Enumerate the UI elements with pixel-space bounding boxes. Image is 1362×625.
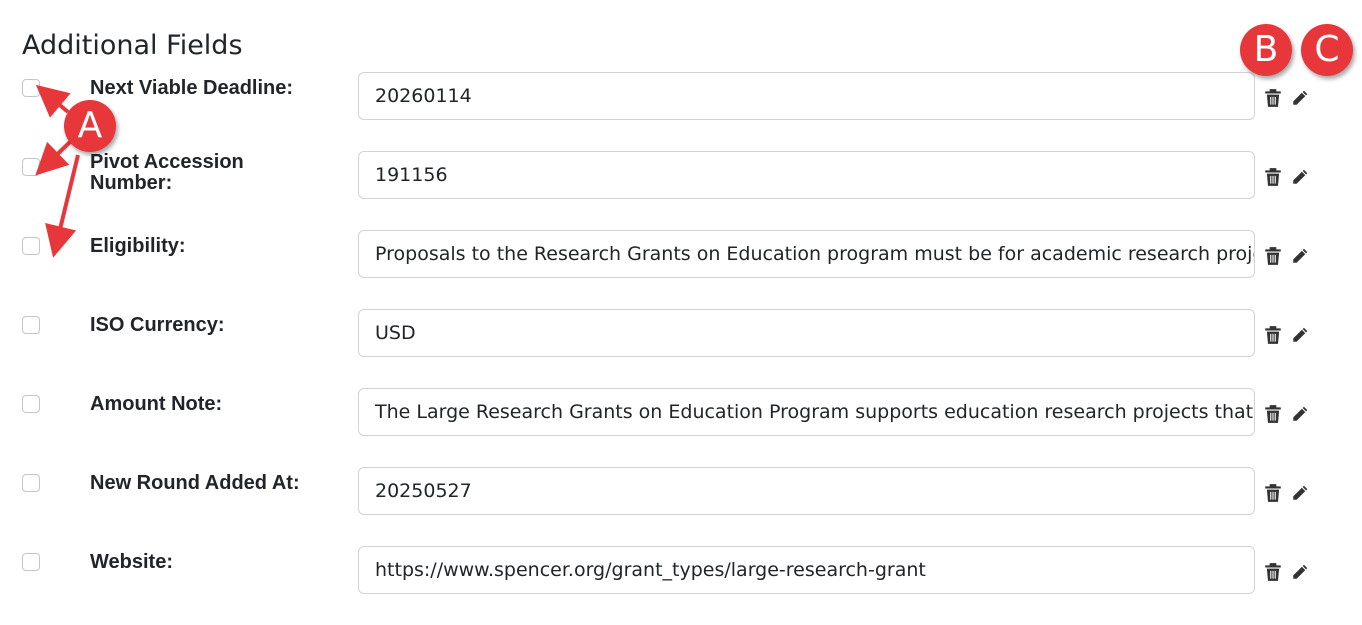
select-checkbox[interactable] [22,553,40,571]
field-value-input[interactable]: 20250527 [358,467,1255,515]
pencil-icon[interactable] [1291,167,1309,187]
trash-icon[interactable] [1264,483,1282,503]
field-label: Website: [90,551,173,573]
field-value-input[interactable]: 191156 [358,151,1255,199]
trash-icon[interactable] [1264,88,1282,108]
select-checkbox[interactable] [22,79,40,97]
field-value-input[interactable]: 20260114 [358,72,1255,120]
field-value-input[interactable]: USD [358,309,1255,357]
annotation-badge-b: B [1240,24,1292,76]
pencil-icon[interactable] [1291,483,1309,503]
field-value-input[interactable]: The Large Research Grants on Education P… [358,388,1255,436]
select-checkbox[interactable] [22,158,40,176]
field-row-next-viable-deadline: Next Viable Deadline: 20260114 [0,72,1362,151]
pencil-icon[interactable] [1291,88,1309,108]
trash-icon[interactable] [1264,325,1282,345]
section-title: Additional Fields [22,30,243,61]
field-label: ISO Currency: [90,314,225,336]
select-checkbox[interactable] [22,316,40,334]
pencil-icon[interactable] [1291,404,1309,424]
trash-icon[interactable] [1264,167,1282,187]
field-label: New Round Added At: [90,472,300,494]
pencil-icon[interactable] [1291,246,1309,266]
field-row-new-round-added-at: New Round Added At: 20250527 [0,467,1362,546]
field-label: Pivot Accession Number: [90,151,244,194]
trash-icon[interactable] [1264,246,1282,266]
annotation-badge-a: A [64,100,116,152]
select-checkbox[interactable] [22,395,40,413]
field-value-input[interactable]: Proposals to the Research Grants on Educ… [358,230,1255,278]
field-label: Eligibility: [90,235,186,257]
field-value-input[interactable]: https://www.spencer.org/grant_types/larg… [358,546,1255,594]
annotation-badge-c: C [1301,24,1353,76]
select-checkbox[interactable] [22,474,40,492]
pencil-icon[interactable] [1291,562,1309,582]
field-row-website: Website: https://www.spencer.org/grant_t… [0,546,1362,625]
trash-icon[interactable] [1264,404,1282,424]
select-checkbox[interactable] [22,237,40,255]
field-row-eligibility: Eligibility: Proposals to the Research G… [0,230,1362,309]
pencil-icon[interactable] [1291,325,1309,345]
field-label: Amount Note: [90,393,223,415]
field-row-iso-currency: ISO Currency: USD [0,309,1362,388]
field-label: Next Viable Deadline: [90,77,294,99]
field-row-amount-note: Amount Note: The Large Research Grants o… [0,388,1362,467]
trash-icon[interactable] [1264,562,1282,582]
field-row-pivot-accession-number: Pivot Accession Number: 191156 [0,151,1362,230]
